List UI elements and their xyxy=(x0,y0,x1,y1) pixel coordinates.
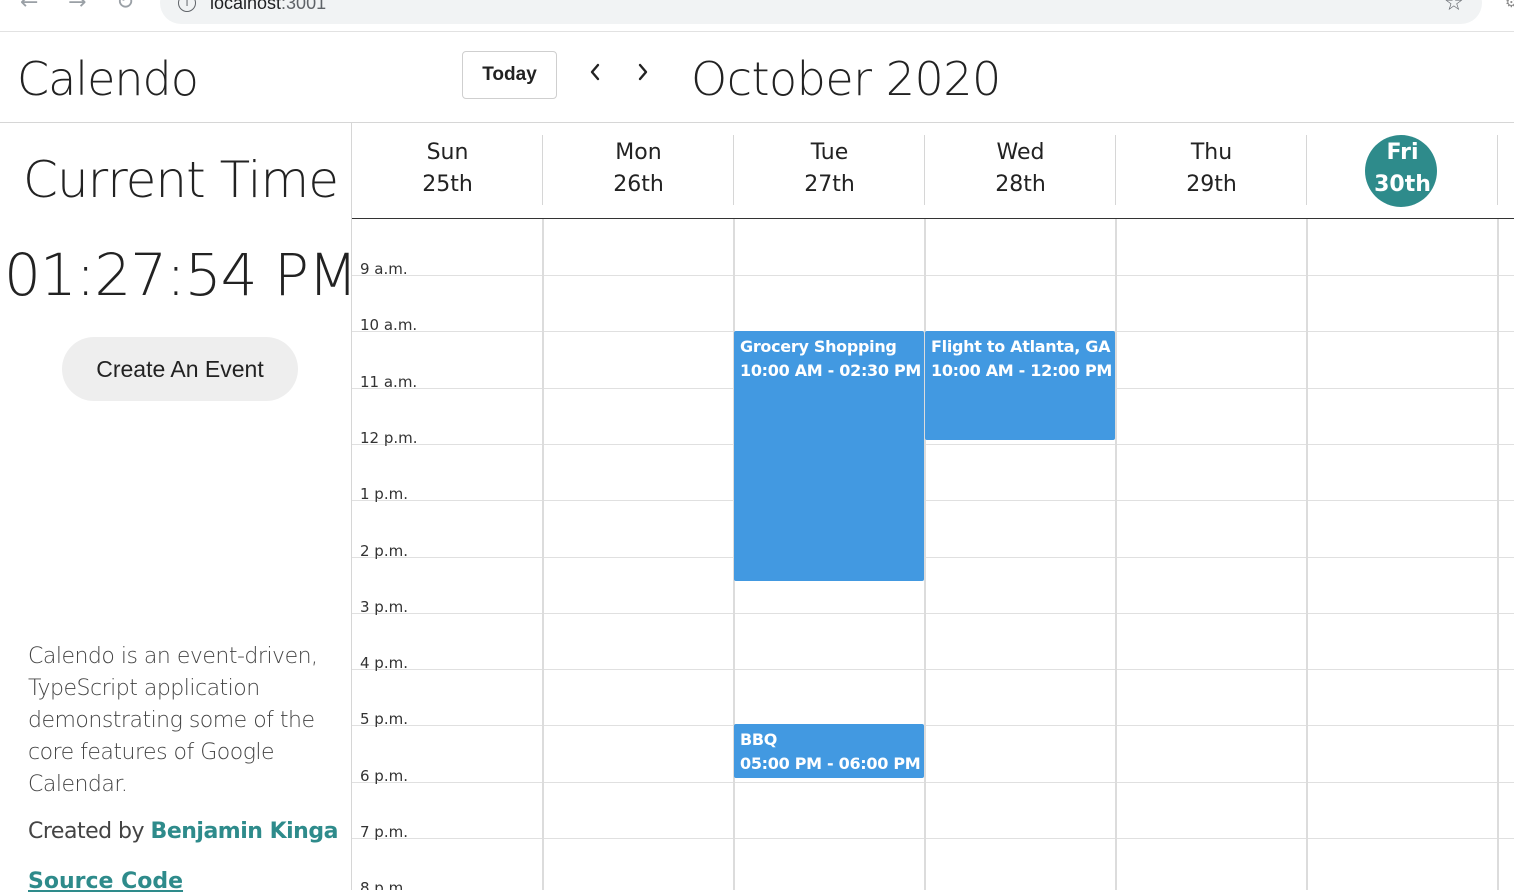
hour-line xyxy=(352,275,1514,276)
credit-line: Created by Benjamin Kinga xyxy=(28,819,338,844)
day-date: 26th xyxy=(613,172,664,197)
hour-label: 5 p.m. xyxy=(360,710,408,728)
hour-label: 4 p.m. xyxy=(360,654,408,672)
column-line xyxy=(1115,219,1117,890)
url-host: localhost xyxy=(210,0,282,13)
back-arrow-icon[interactable]: ← xyxy=(20,0,38,15)
hour-label: 9 a.m. xyxy=(360,260,408,278)
day-header[interactable]: Sun 25th xyxy=(352,123,543,218)
event-time: 05:00 PM - 06:00 PM xyxy=(740,754,921,773)
chevron-left-icon[interactable] xyxy=(581,58,609,86)
day-name: Mon xyxy=(615,140,662,165)
day-date: 30th xyxy=(1374,172,1431,197)
app-brand: Calendo xyxy=(17,52,199,106)
hour-line xyxy=(352,557,1514,558)
day-header-today[interactable]: Fri 30th xyxy=(1307,123,1498,218)
sidebar: Current Time 01:27:54 PM Create An Event… xyxy=(0,123,358,894)
forward-arrow-icon[interactable]: → xyxy=(68,0,86,15)
app-header: Calendo Today October 2020 xyxy=(0,32,1514,123)
day-header[interactable]: Tue 27th xyxy=(734,123,925,218)
event-title: BBQ xyxy=(740,730,778,749)
hour-line xyxy=(352,669,1514,670)
hour-line xyxy=(352,838,1514,839)
week-calendar: Sun 25th Mon 26th Tue 27th Wed 28th Thu 29th … xyxy=(352,123,1514,890)
day-name: Tue xyxy=(810,140,849,165)
column-line xyxy=(542,219,544,890)
current-time-heading: Current Time xyxy=(23,151,339,209)
hour-label: 1 p.m. xyxy=(360,485,408,503)
hour-line xyxy=(352,500,1514,501)
event-bbq[interactable]: BBQ 05:00 PM - 06:00 PM xyxy=(734,724,924,778)
hour-label: 11 a.m. xyxy=(360,373,418,391)
chevron-right-icon[interactable] xyxy=(629,58,657,86)
about-text: Calendo is an event-driven, TypeScript a… xyxy=(28,644,318,797)
star-icon[interactable]: ☆ xyxy=(1444,0,1464,16)
extension-icon[interactable]: ⚙ xyxy=(1505,0,1514,11)
day-header[interactable]: Mon 26th xyxy=(543,123,734,218)
address-text[interactable]: localhost:3001 xyxy=(210,0,326,14)
event-title: Grocery Shopping xyxy=(740,337,897,356)
day-header-row: Sun 25th Mon 26th Tue 27th Wed 28th Thu 29th … xyxy=(352,123,1514,219)
column-line xyxy=(1306,219,1308,890)
day-name: Wed xyxy=(996,140,1045,165)
hour-line xyxy=(352,725,1514,726)
url-port: :3001 xyxy=(281,0,327,13)
day-name: Sun xyxy=(426,140,469,165)
day-header[interactable]: Wed 28th xyxy=(925,123,1116,218)
event-grocery-shopping[interactable]: Grocery Shopping 10:00 AM - 02:30 PM xyxy=(734,331,924,581)
event-flight-to-atlanta[interactable]: Flight to Atlanta, GA 10:00 AM - 12:00 P… xyxy=(925,331,1115,440)
browser-toolbar: ← → ↻ i localhost:3001 ☆ ⚙ xyxy=(0,0,1514,32)
created-by-label: Created by xyxy=(28,819,145,844)
hour-line xyxy=(352,613,1514,614)
hour-label: 3 p.m. xyxy=(360,598,408,616)
day-date: 27th xyxy=(804,172,855,197)
day-header[interactable]: Thu 29th xyxy=(1116,123,1307,218)
hour-line xyxy=(352,782,1514,783)
day-date: 28th xyxy=(995,172,1046,197)
event-title: Flight to Atlanta, GA xyxy=(931,337,1111,356)
address-bar[interactable] xyxy=(160,0,1482,24)
day-date: 25th xyxy=(422,172,473,197)
hour-label: 12 p.m. xyxy=(360,429,418,447)
reload-icon[interactable]: ↻ xyxy=(116,0,134,15)
clock-display: 01:27:54 PM xyxy=(4,241,358,309)
column-line xyxy=(1497,219,1499,890)
create-event-button[interactable]: Create An Event xyxy=(62,337,298,401)
day-date: 29th xyxy=(1186,172,1237,197)
hour-label: 7 p.m. xyxy=(360,823,408,841)
today-button[interactable]: Today xyxy=(462,51,557,99)
author-link[interactable]: Benjamin Kinga xyxy=(151,819,339,844)
day-name: Fri xyxy=(1386,140,1419,165)
source-code-link[interactable]: Source Code xyxy=(28,869,183,894)
hour-line xyxy=(352,444,1514,445)
hour-label: 8 p.m. xyxy=(360,879,408,890)
event-time: 10:00 AM - 02:30 PM xyxy=(740,361,922,380)
month-title: October 2020 xyxy=(691,52,1001,106)
hour-label: 2 p.m. xyxy=(360,542,408,560)
event-time: 10:00 AM - 12:00 PM xyxy=(931,361,1113,380)
column-line xyxy=(924,219,926,890)
hour-label: 6 p.m. xyxy=(360,767,408,785)
day-name: Thu xyxy=(1190,140,1233,165)
time-grid[interactable]: Grocery Shopping 10:00 AM - 02:30 PM Fli… xyxy=(352,219,1514,890)
hour-label: 10 a.m. xyxy=(360,316,418,334)
